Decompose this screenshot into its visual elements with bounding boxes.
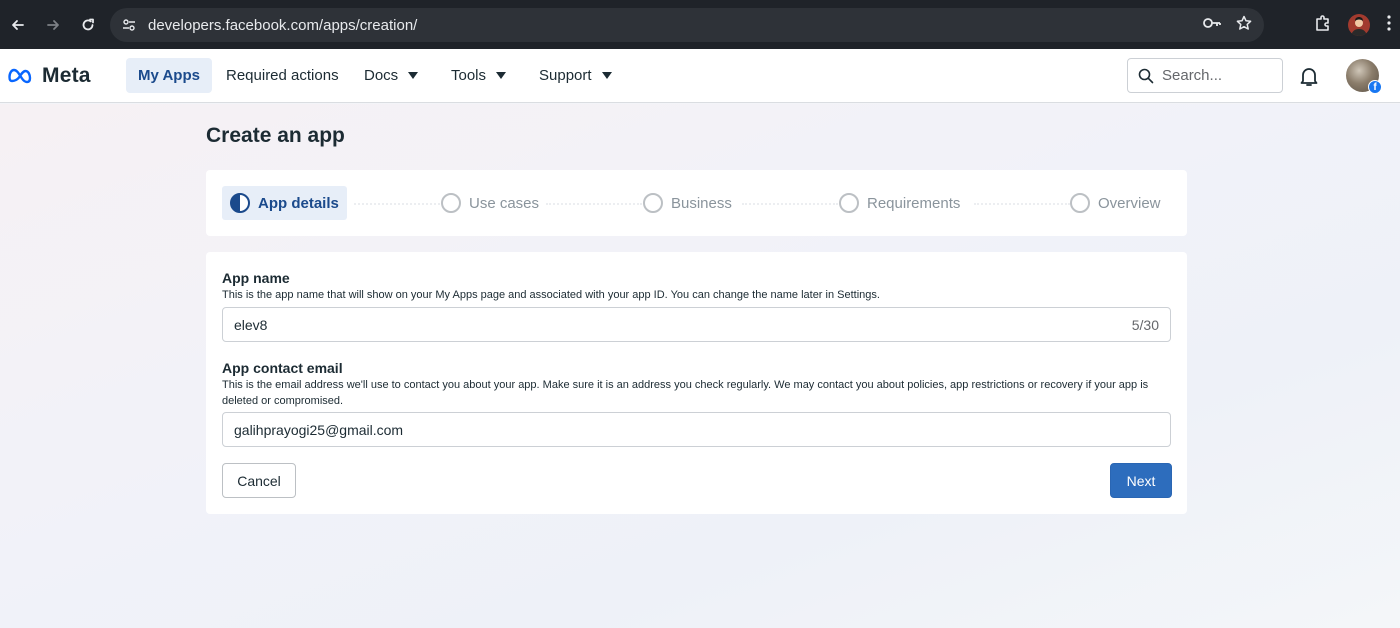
notifications-bell-icon[interactable] bbox=[1297, 64, 1321, 88]
nav-support-label: Support bbox=[539, 67, 592, 84]
arrow-right-icon bbox=[47, 19, 59, 30]
password-key-icon[interactable] bbox=[1202, 15, 1222, 36]
circle-icon bbox=[441, 193, 461, 213]
contact-email-help: This is the email address we'll use to c… bbox=[222, 379, 1149, 407]
half-circle-icon bbox=[230, 193, 250, 213]
profile-avatar-icon[interactable] bbox=[1348, 14, 1370, 36]
nav-docs-label: Docs bbox=[364, 67, 399, 84]
step-overview[interactable]: Overview bbox=[1070, 186, 1161, 220]
step-app-details[interactable]: App details bbox=[222, 186, 347, 220]
cancel-button[interactable]: Cancel bbox=[222, 463, 296, 498]
search-icon bbox=[1138, 68, 1154, 83]
browser-toolbar: developers.facebook.com/apps/creation/ bbox=[0, 0, 1400, 49]
meta-logo[interactable]: Meta bbox=[8, 64, 91, 88]
nav-tools[interactable]: Tools bbox=[439, 58, 518, 93]
top-navigation: Meta My Apps Required actions Docs Tools… bbox=[0, 49, 1400, 103]
step-label: Overview bbox=[1098, 194, 1161, 212]
step-requirements[interactable]: Requirements bbox=[839, 186, 960, 220]
contact-email-input[interactable] bbox=[234, 421, 1094, 438]
search-field[interactable] bbox=[1127, 58, 1283, 93]
step-connector bbox=[546, 203, 642, 205]
arrow-left-icon bbox=[12, 19, 24, 30]
url-text[interactable]: developers.facebook.com/apps/creation/ bbox=[148, 17, 417, 34]
app-details-form: App name This is the app name that will … bbox=[206, 252, 1187, 514]
creation-stepper: App details Use cases Business Requireme… bbox=[206, 170, 1187, 236]
step-business[interactable]: Business bbox=[643, 186, 732, 220]
step-label: Requirements bbox=[867, 194, 961, 212]
nav-docs[interactable]: Docs bbox=[352, 58, 430, 93]
meta-wordmark: Meta bbox=[42, 64, 91, 87]
chevron-down-icon bbox=[408, 72, 419, 79]
nav-my-apps-label: My Apps bbox=[138, 67, 200, 84]
circle-icon bbox=[839, 193, 859, 213]
nav-required-actions[interactable]: Required actions bbox=[214, 58, 351, 93]
step-connector bbox=[354, 203, 440, 205]
site-info-icon[interactable] bbox=[112, 8, 146, 42]
nav-support[interactable]: Support bbox=[527, 58, 624, 93]
facebook-badge-icon: f bbox=[1368, 80, 1382, 94]
bookmark-star-icon[interactable] bbox=[1236, 15, 1252, 36]
step-connector bbox=[742, 203, 838, 205]
reload-icon bbox=[82, 18, 94, 30]
circle-icon bbox=[643, 193, 663, 213]
step-use-cases[interactable]: Use cases bbox=[441, 186, 539, 220]
circle-icon bbox=[1070, 193, 1090, 213]
app-name-counter: 5/30 bbox=[1131, 316, 1159, 333]
chevron-down-icon bbox=[496, 72, 507, 79]
nav-tools-label: Tools bbox=[451, 67, 487, 84]
chevron-down-icon bbox=[601, 72, 612, 79]
back-button[interactable] bbox=[1, 8, 35, 42]
step-label: Use cases bbox=[469, 194, 540, 212]
contact-email-field[interactable] bbox=[222, 412, 1171, 447]
step-label: Business bbox=[671, 194, 732, 212]
nav-my-apps[interactable]: My Apps bbox=[126, 58, 212, 93]
page-title: Create an app bbox=[206, 124, 345, 147]
app-name-input[interactable] bbox=[234, 316, 1094, 333]
step-label: App details bbox=[258, 194, 339, 212]
search-input[interactable] bbox=[1162, 67, 1272, 84]
next-button[interactable]: Next bbox=[1110, 463, 1172, 498]
forward-button[interactable] bbox=[36, 8, 70, 42]
nav-required-actions-label: Required actions bbox=[226, 67, 339, 84]
meta-infinity-icon bbox=[8, 68, 32, 84]
reload-button[interactable] bbox=[71, 8, 105, 42]
app-name-label: App name bbox=[222, 270, 290, 286]
contact-email-label: App contact email bbox=[222, 360, 343, 376]
step-connector bbox=[974, 203, 1070, 205]
app-name-field[interactable]: 5/30 bbox=[222, 307, 1171, 342]
app-name-help: This is the app name that will show on y… bbox=[222, 289, 880, 301]
extensions-puzzle-icon[interactable] bbox=[1314, 14, 1332, 37]
user-avatar[interactable]: f bbox=[1346, 59, 1382, 94]
more-menu-icon[interactable] bbox=[1386, 14, 1392, 37]
address-bar[interactable]: developers.facebook.com/apps/creation/ bbox=[110, 8, 1264, 42]
